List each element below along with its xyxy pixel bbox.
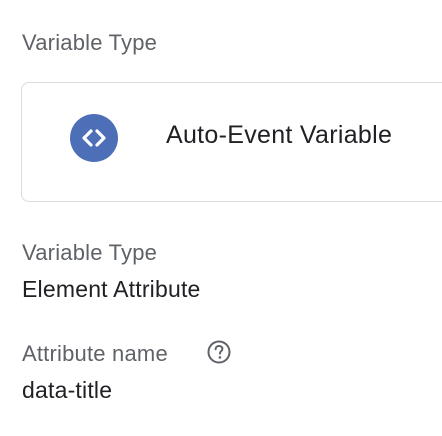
attribute-name-value: data-title (22, 377, 113, 403)
variable-type-value: Element Attribute (22, 276, 201, 302)
variable-type-name: Auto-Event Variable (166, 121, 393, 149)
attribute-name-label: Attribute name (22, 341, 168, 366)
code-brackets-glyph (82, 129, 106, 147)
section-heading: Variable Type (22, 30, 158, 55)
code-brackets-icon (70, 114, 118, 162)
variable-config-panel: Variable Type Auto-Event Variable Variab… (0, 0, 442, 436)
variable-type-label: Variable Type (22, 240, 158, 265)
help-circle-glyph (207, 340, 231, 364)
help-circle-icon[interactable] (206, 339, 232, 365)
